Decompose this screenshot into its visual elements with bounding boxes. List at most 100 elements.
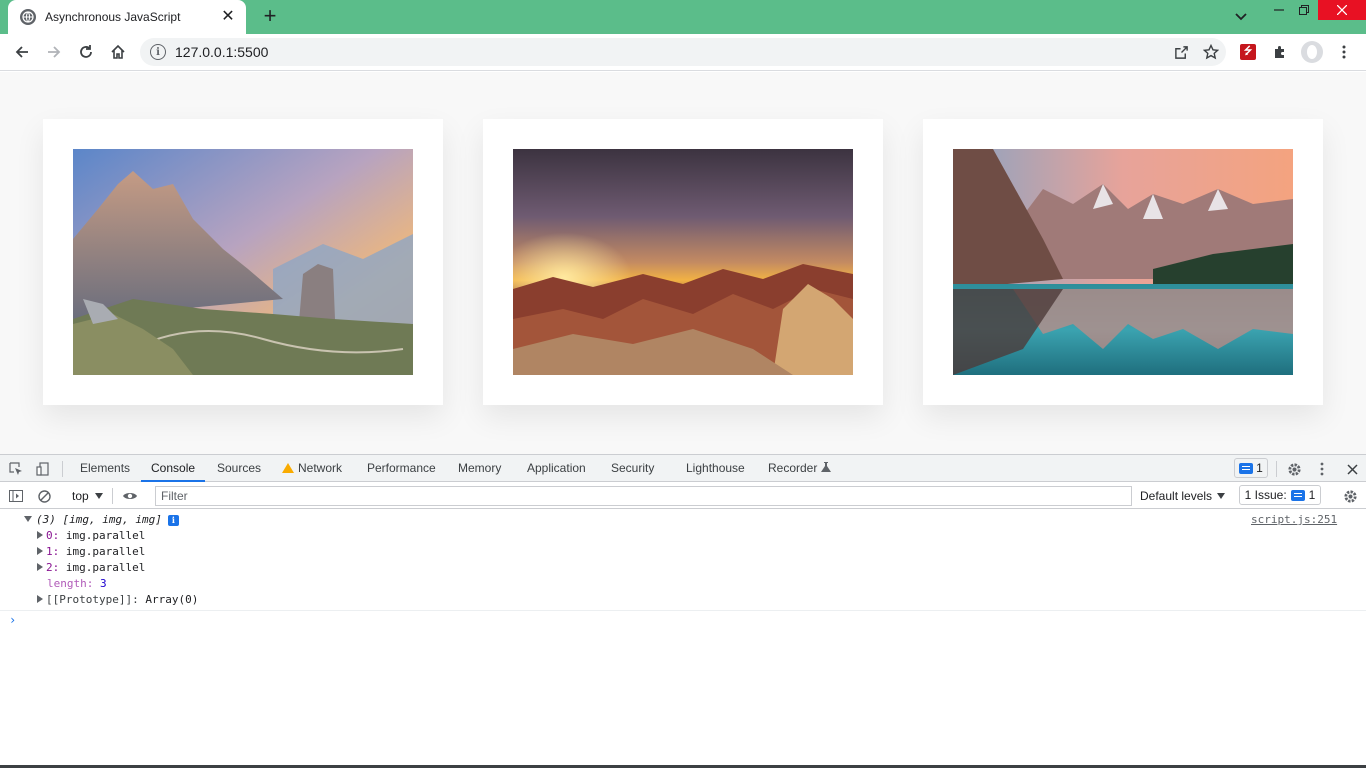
reload-button[interactable]: [72, 39, 100, 65]
reload-icon: [80, 45, 92, 58]
array-entry-row[interactable]: 2: img.parallel: [37, 560, 145, 576]
tab-network-label: Network: [298, 461, 343, 475]
tab-lighthouse[interactable]: Lighthouse: [686, 455, 745, 482]
url-text[interactable]: 127.0.0.1:5500: [175, 44, 1166, 60]
expand-arrow-icon[interactable]: [37, 595, 43, 603]
eye-icon: [123, 493, 137, 499]
entry-key: 0:: [46, 529, 60, 542]
page-viewport: [0, 72, 1366, 454]
tab-recorder[interactable]: Recorder: [768, 455, 831, 482]
close-icon: [1337, 5, 1347, 15]
close-icon: [1346, 463, 1358, 475]
tab-network[interactable]: Network: [282, 455, 342, 482]
entry-key: 2:: [46, 561, 60, 574]
browser-title-bar: Asynchronous JavaScript ✕ +: [0, 0, 1366, 34]
console-output: (3) [img, img, img] i script.js:251 0: im…: [0, 509, 1366, 768]
divider: [1276, 461, 1277, 477]
sidebar-icon: [9, 490, 23, 502]
prototype-key: [[Prototype]]:: [46, 593, 139, 606]
address-bar[interactable]: i 127.0.0.1:5500: [140, 38, 1226, 66]
tab-console[interactable]: Console: [141, 455, 206, 482]
caret-down-icon: [1217, 493, 1226, 499]
expand-arrow-icon[interactable]: [37, 547, 43, 555]
bookmark-button[interactable]: [1196, 38, 1226, 66]
arrow-right-icon: [48, 46, 61, 58]
entry-key: 1:: [46, 545, 60, 558]
tab-application[interactable]: Application: [527, 455, 586, 482]
device-toolbar-button[interactable]: [33, 459, 53, 479]
devtools-menu-button[interactable]: [1312, 459, 1332, 479]
tab-sources[interactable]: Sources: [217, 455, 261, 482]
browser-toolbar: i 127.0.0.1:5500 ⭍: [0, 34, 1366, 71]
length-value: 3: [99, 577, 107, 590]
devtools-settings-button[interactable]: [1284, 459, 1304, 479]
lake-reflection-photo: [953, 149, 1293, 375]
log-levels-select[interactable]: Default levels: [1140, 486, 1226, 506]
kebab-menu-icon: [1342, 45, 1346, 59]
tab-performance[interactable]: Performance: [367, 455, 436, 482]
home-icon: [111, 44, 125, 59]
globe-icon: [20, 9, 36, 25]
restore-button[interactable]: [1290, 0, 1318, 20]
info-icon[interactable]: i: [167, 515, 179, 526]
expand-arrow-icon[interactable]: [37, 563, 43, 571]
tab-title: Asynchronous JavaScript: [45, 10, 181, 24]
mountain-landscape-photo: [73, 149, 413, 375]
close-tab-icon[interactable]: ✕: [220, 9, 236, 25]
pdf-extension-button[interactable]: ⭍: [1234, 39, 1262, 65]
share-button[interactable]: [1166, 38, 1196, 66]
source-link[interactable]: script.js:251: [1251, 512, 1337, 528]
puzzle-icon: [1275, 46, 1284, 58]
message-icon: [1290, 489, 1305, 501]
new-tab-button[interactable]: +: [258, 5, 282, 29]
gear-icon: [1287, 462, 1301, 476]
messages-badge[interactable]: 1: [1234, 458, 1268, 478]
message-icon: [1239, 462, 1254, 474]
entry-value: img.parallel: [65, 561, 146, 574]
tab-elements[interactable]: Elements: [80, 455, 130, 482]
show-sidebar-button[interactable]: [6, 486, 26, 506]
collapse-arrow-icon[interactable]: [24, 516, 32, 522]
issues-count: 1: [1308, 488, 1316, 502]
inspect-element-button[interactable]: [6, 459, 26, 479]
forward-button[interactable]: [40, 39, 68, 65]
extensions-button[interactable]: [1266, 39, 1294, 65]
minimize-button[interactable]: [1265, 0, 1293, 20]
restore-icon: [1299, 5, 1309, 15]
console-filter-input[interactable]: [155, 486, 1132, 506]
execution-context-select[interactable]: top: [64, 486, 111, 506]
tab-search-button[interactable]: [1230, 7, 1252, 27]
issues-button[interactable]: 1 Issue: 1: [1239, 485, 1321, 505]
caret-down-icon: [94, 493, 103, 499]
home-button[interactable]: [104, 39, 132, 65]
messages-count: 1: [1256, 461, 1263, 475]
array-entry-row[interactable]: 1: img.parallel: [37, 544, 145, 560]
sunset-desert-photo: [513, 149, 853, 375]
close-window-button[interactable]: [1318, 0, 1366, 20]
site-info-icon[interactable]: i: [150, 44, 166, 60]
profile-button[interactable]: [1298, 39, 1326, 65]
back-button[interactable]: [8, 39, 36, 65]
prototype-row[interactable]: [[Prototype]]: Array(0): [37, 592, 198, 608]
log-levels-label: Default levels: [1140, 489, 1213, 503]
array-summary-row[interactable]: (3) [img, img, img] i: [24, 512, 179, 528]
devtools-panel: Elements Console Sources Network Perform…: [0, 454, 1366, 768]
close-devtools-button[interactable]: [1342, 459, 1362, 479]
tab-memory[interactable]: Memory: [458, 455, 501, 482]
browser-menu-button[interactable]: [1330, 39, 1358, 65]
browser-tab[interactable]: Asynchronous JavaScript ✕: [8, 0, 246, 34]
share-icon: [1174, 45, 1188, 59]
tab-recorder-label: Recorder: [768, 461, 818, 475]
console-prompt[interactable]: ›: [9, 613, 16, 627]
avatar: [1301, 41, 1323, 63]
live-expression-button[interactable]: [120, 486, 140, 506]
console-settings-button[interactable]: [1340, 486, 1360, 506]
expand-arrow-icon[interactable]: [37, 531, 43, 539]
clear-console-button[interactable]: [34, 486, 54, 506]
kebab-menu-icon: [1320, 462, 1324, 476]
console-toolbar: top Default levels 1 Issue: 1: [0, 482, 1366, 509]
tab-security[interactable]: Security: [611, 455, 654, 482]
length-key: length:: [47, 577, 94, 590]
array-entry-row[interactable]: 0: img.parallel: [37, 528, 145, 544]
gear-icon: [1343, 489, 1357, 503]
